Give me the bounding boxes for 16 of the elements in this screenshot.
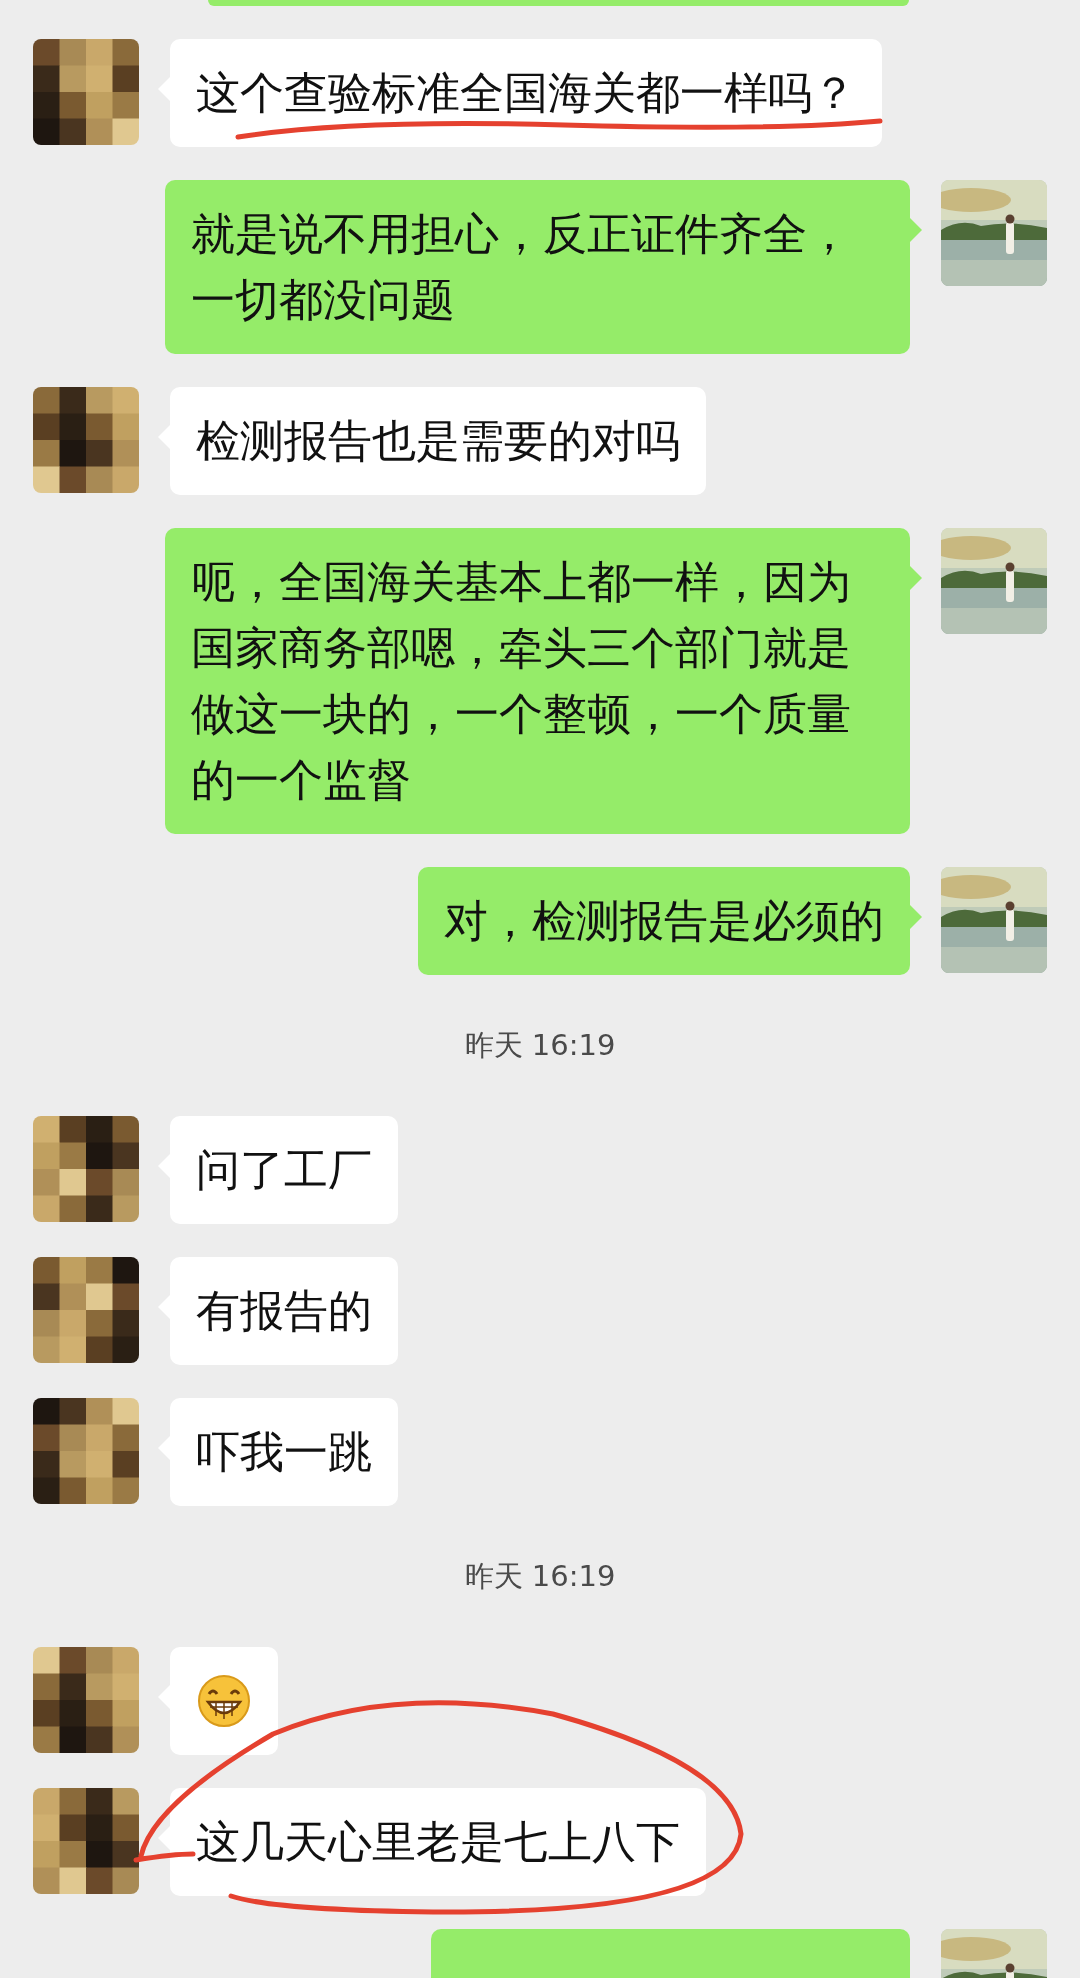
timestamp: 昨天 16:19 <box>464 1557 616 1595</box>
timestamp: 昨天 16:19 <box>464 1026 616 1064</box>
bubble-tail <box>910 566 922 590</box>
bubble-tail <box>910 905 922 929</box>
message-text: 这几天心里老是七上八下 <box>170 1788 706 1896</box>
bubble-tail <box>158 1826 170 1850</box>
message-text: 有报告的 <box>170 1257 398 1365</box>
message-text: 呃，全国海关基本上都一样，因为国家商务部嗯，牵头三个部门就是做这一块的，一个整顿，一个质量的一个监督 <box>165 528 910 834</box>
message-text: 检测报告也是需要的对吗 <box>170 387 706 495</box>
message-text: 就是说不用担心，反正证件齐全，一切都没问题 <box>165 180 910 354</box>
message-text: 对，检测报告是必须的 <box>418 867 910 975</box>
bubble-tail <box>910 218 922 242</box>
message-text: 问了工厂 <box>170 1116 398 1224</box>
grin-emoji-icon <box>197 1674 251 1728</box>
message-text: 这个查验标准全国海关都一样吗？ <box>170 39 882 147</box>
message-text: 吓我一跳 <box>170 1398 398 1506</box>
